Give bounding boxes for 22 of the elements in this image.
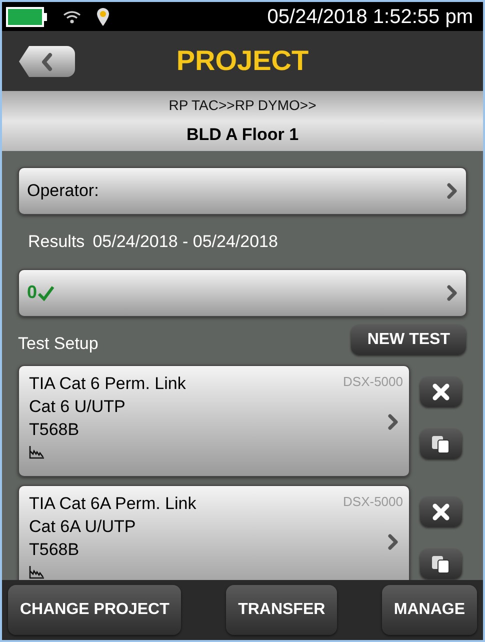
footer-button[interactable]: MANAGE [382,585,477,635]
test-setup-card[interactable]: TIA Cat 6 Perm. Link Cat 6 U/UTP T568B DSX-5000 [18,364,410,476]
page-title: PROJECT [176,44,309,78]
date-time: 05/24/2018 1:52:55 pm [267,4,473,30]
results-label: Results [28,231,85,253]
operator-row[interactable]: Operator: [18,167,467,215]
test-setup-card[interactable]: TIA Cat 6A Perm. Link Cat 6A U/UTP T568B DSX-5000 [18,484,410,580]
footer-button[interactable]: TRANSFER [226,585,338,635]
device-model: DSX-5000 [343,372,403,390]
footer-button[interactable]: CHANGE PROJECT [8,585,182,635]
location-name: BLD A Floor 1 [186,124,299,146]
limit-name: TIA Cat 6 Perm. Link [29,372,186,394]
wiring-standard: T568B [29,418,80,440]
limit-name: TIA Cat 6A Perm. Link [29,492,196,514]
new-test-button[interactable]: NEW TEST [351,324,466,354]
cable-type: Cat 6A U/UTP [29,516,136,538]
breadcrumb-path: RP TAC>>RP DYMO>> [168,96,316,115]
test-setup-label: Test Setup [18,333,98,355]
device-model: DSX-5000 [343,492,403,510]
cable-type: Cat 6 U/UTP [29,396,126,418]
wiring-standard: T568B [29,538,80,560]
results-date-range: 05/24/2018 - 05/24/2018 [92,231,278,253]
